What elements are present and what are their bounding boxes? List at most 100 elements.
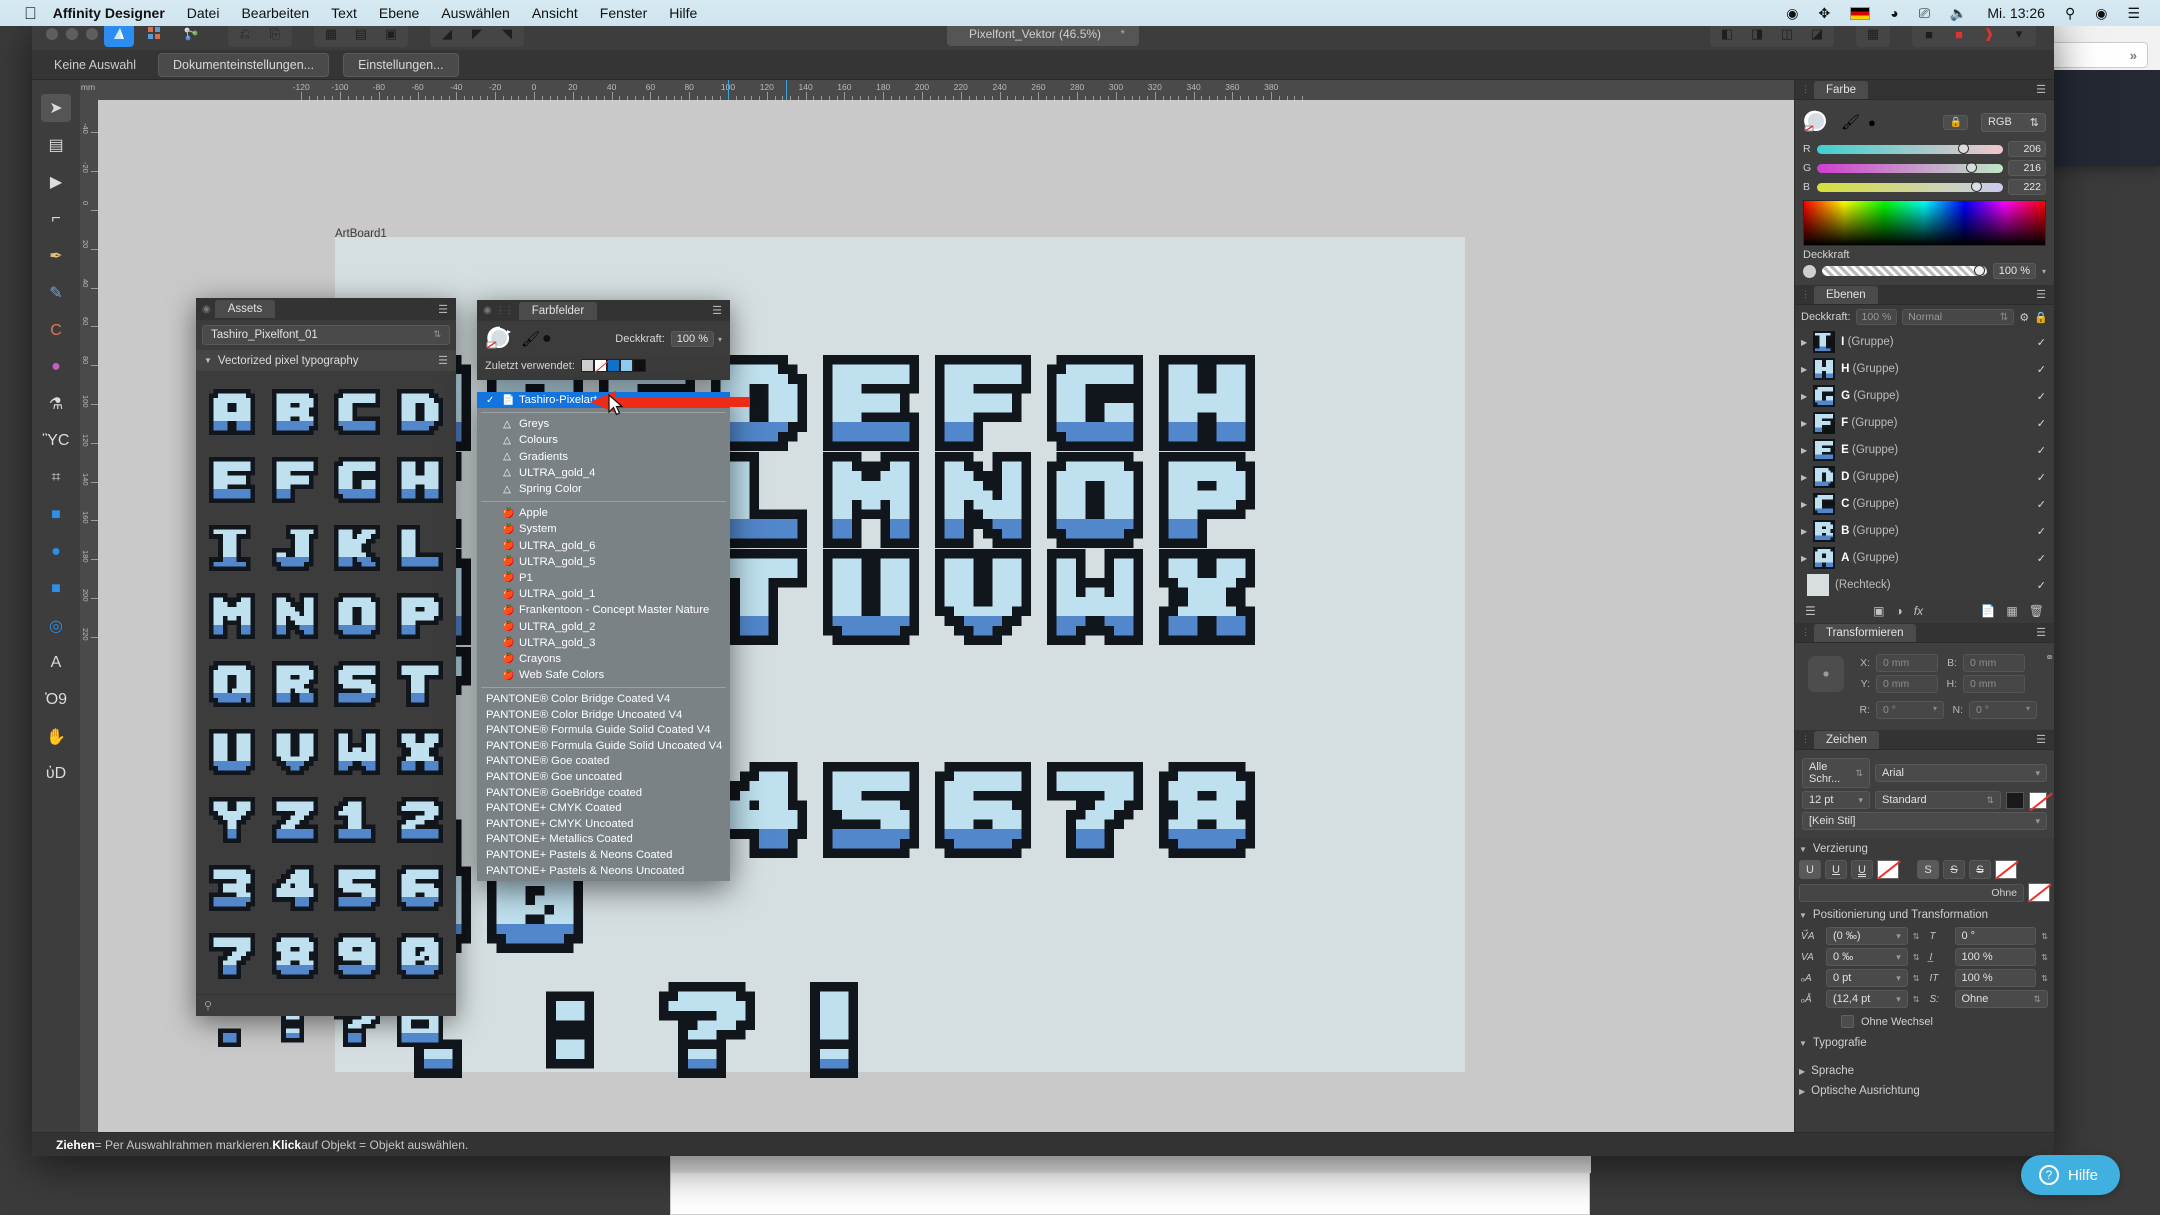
asset-item[interactable] [206,859,259,917]
asset-item[interactable] [269,519,322,577]
dropdown-item[interactable]: 🍎 System [477,521,730,537]
delete-layer-icon[interactable]: 🗑 [2029,604,2044,618]
crop-tool-icon[interactable]: ⌗ [41,464,71,492]
assistant-icon[interactable]: ❱ [1974,23,2004,45]
dropdown-item[interactable]: 🍎 P1 [477,570,730,586]
dropdown-item[interactable]: 🍎 ULTRA_gold_6 [477,538,730,554]
layer-visibility-checkbox[interactable]: ✓ [2037,363,2046,376]
transform-value-n[interactable]: 0 ° ▾ [1969,701,2037,719]
canvas-glyph[interactable] [823,549,919,648]
asset-item[interactable] [269,655,322,713]
ruler-guide[interactable] [728,80,729,100]
donut-tool-icon[interactable]: ◎ [41,612,71,640]
asset-item[interactable] [269,587,322,645]
canvas-glyph[interactable] [1047,549,1143,648]
channel-slider-g[interactable] [1817,164,2003,173]
dropdown-item[interactable]: PANTONE® GoeBridge coated [477,785,730,801]
preferences-button[interactable]: Einstellungen... [343,53,458,77]
panel-menu-icon[interactable]: ☰ [2036,626,2046,639]
dropdown-item[interactable]: △ Greys [477,416,730,432]
zoom-tool-icon[interactable]: ὐD [41,760,71,788]
eyedropper-icon[interactable]: 🖌 [521,330,540,348]
dropdown-pantone-palettes[interactable]: PANTONE® Color Bridge Coated V4 PANTONE® … [477,691,730,878]
wifi-icon[interactable]: ◕ [1890,5,1898,21]
dropdown-item[interactable]: 🍎 ULTRA_gold_1 [477,586,730,602]
asset-item[interactable] [394,655,447,713]
window-traffic-lights[interactable] [46,28,98,40]
dropdown-item[interactable]: △ Gradients [477,449,730,465]
layers-list[interactable]: ▶ I (Gruppe) ✓ ▶ H (Gruppe) ✓ ▶ G (Gruppe) ✓ ▶ F (… [1795,329,2054,599]
rectangle-tool-icon[interactable]: ■ [41,501,71,529]
layer-visibility-checkbox[interactable]: ✓ [2037,390,2046,403]
dropdown-item[interactable]: PANTONE® Formula Guide Solid Uncoated V4 [477,738,730,754]
distribute-icon[interactable]: ◫ [1772,23,1802,45]
vscale-value[interactable]: 100 % [1955,948,2037,966]
canvas-glyph[interactable] [935,762,1031,861]
asset-item[interactable] [269,451,322,509]
optical-alignment-section-header[interactable]: ▶ Optische Ausrichtung [1795,1080,2054,1100]
layer-visibility-checkbox[interactable]: ✓ [2037,579,2046,592]
tracking-value[interactable]: 0 ‰ ▾ [1826,948,1908,966]
dropdown-item[interactable]: PANTONE® Goe coated [477,754,730,770]
swatches-panel-title[interactable]: Farbfelder [519,302,597,320]
text-stroke-none-swatch[interactable] [2029,792,2047,809]
canvas-glyph[interactable] [1047,355,1143,454]
asset-item[interactable] [206,927,259,985]
color-panel-tab[interactable]: ⋮ Farbe ☰ [1795,80,2054,100]
canvas-glyph[interactable] [935,355,1031,454]
asset-item[interactable] [206,723,259,781]
menu-auswaehlen[interactable]: Auswählen [441,5,510,21]
anchor-point-selector[interactable] [1803,651,1849,700]
panel-menu-icon[interactable]: ☰ [2036,83,2046,96]
canvas-glyph[interactable] [1047,762,1143,861]
airplay-icon[interactable]: ⎚ [1919,5,1930,22]
layer-row[interactable]: (Rechteck) ✓ [1795,572,2054,599]
canvas-glyph[interactable] [1159,452,1255,551]
layer-row[interactable]: ▶ F (Gruppe) ✓ [1795,410,2054,437]
german-flag-icon[interactable] [1850,7,1870,20]
horizontal-ruler[interactable]: -120-100-80-60-40-2002040608010012014016… [80,80,1794,100]
chevron-down-icon[interactable]: ▾ [2004,23,2034,45]
layer-row[interactable]: ▶ B (Gruppe) ✓ [1795,518,2054,545]
text-style-select[interactable]: [Kein Stil] ▾ [1802,812,2047,830]
layer-row[interactable]: ▶ G (Gruppe) ✓ [1795,383,2054,410]
transform-value-x[interactable]: 0 mm [1876,654,1938,672]
dropdown-item[interactable]: △ Spring Color [477,481,730,497]
layer-row[interactable]: ▶ A (Gruppe) ✓ [1795,545,2054,572]
fill-stroke-swatch-icon[interactable] [1803,108,1833,137]
dropdown-document-palettes[interactable]: △ Greys △ Colours △ Gradients △ ULTRA_gold_4 △ Sp… [477,416,730,497]
expand-arrow-icon[interactable]: ▶ [1801,365,1807,374]
font-size-select[interactable]: 12 pt ▾ [1802,791,1870,809]
dropdown-item[interactable]: 🍎 Crayons [477,651,730,667]
decoration-none-field[interactable]: Ohne [1799,884,2024,902]
asset-item[interactable] [206,519,259,577]
layer-stack-icon[interactable]: ☰ [1805,604,1816,618]
dropdown-item[interactable]: 🍎 Frankentoon - Concept Master Nature [477,602,730,618]
expand-arrow-icon[interactable]: ▶ [1801,446,1807,455]
recent-swatch[interactable] [594,359,607,372]
asset-item[interactable] [394,451,447,509]
dropdown-item[interactable]: 🍎 Web Safe Colors [477,667,730,683]
ellipse-tool-icon[interactable]: ● [41,538,71,566]
grid-snap-icon[interactable]: ▦ [316,23,346,45]
siri-icon[interactable]: ◉ [2095,5,2107,22]
pencil-tool-icon[interactable]: ✎ [41,279,71,307]
channel-value-g[interactable]: 216 [2008,160,2046,176]
asset-item[interactable] [206,451,259,509]
black-swatch-icon[interactable]: ● [542,330,552,348]
undo-icon[interactable]: ⎌ [230,23,260,45]
opacity-slider[interactable] [1822,266,1987,276]
transform-panel-tab[interactable]: ⋮ Transformieren ☰ [1795,623,2054,643]
asset-item[interactable] [394,383,447,441]
dropdown-application-palettes[interactable]: 🍎 Apple 🍎 System 🍎 ULTRA_gold_6 🍎 ULTRA_gold_5 🍎… [477,505,730,683]
stepper-icon[interactable]: ⇅ [1913,974,1920,983]
new-pixel-layer-icon[interactable]: ▦ [2006,604,2017,618]
menu-text[interactable]: Text [331,5,357,21]
fill-tool-icon[interactable]: ⚗ [41,390,71,418]
colour-picker-wheel-icon[interactable]: ● [41,353,71,381]
menu-datei[interactable]: Datei [187,5,220,21]
asset-item[interactable] [269,723,322,781]
canvas-glyph[interactable] [527,982,623,1081]
dropdown-item[interactable]: PANTONE® Color Bridge Uncoated V4 [477,707,730,723]
expand-arrow-icon[interactable]: ▶ [1801,392,1807,401]
